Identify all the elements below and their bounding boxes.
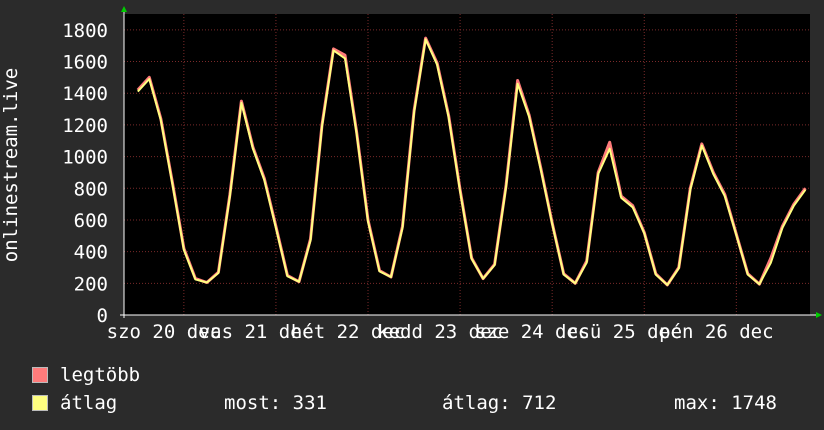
stat-current: most: 331 [224, 392, 327, 414]
y-tick-label: 400 [74, 242, 108, 264]
plot-area [124, 14, 810, 315]
legend-swatch-max [32, 367, 48, 383]
y-tick-label: 200 [74, 273, 108, 295]
x-axis-arrow [816, 312, 822, 318]
y-tick-label: 800 [74, 178, 108, 200]
y-tick-label: 1800 [62, 20, 108, 42]
legend-item-avg: átlag [32, 392, 117, 414]
y-tick-label: 1600 [62, 52, 108, 74]
legend-label-max: legtöbb [60, 364, 141, 386]
y-axis-arrow [121, 6, 127, 12]
x-tick-label: pén 26 dec [659, 321, 773, 343]
y-tick-label: 1200 [62, 115, 108, 137]
stat-average: átlag: 712 [442, 392, 557, 414]
y-axis-ticks: 020040060080010001200140016001800 [62, 20, 108, 327]
x-axis-ticks: szo 20 decvas 21 dechét 22 deckedd 23 de… [107, 321, 774, 343]
y-tick-label: 1400 [62, 83, 108, 105]
y-tick-label: 600 [74, 210, 108, 232]
y-tick-label: 1000 [62, 147, 108, 169]
legend-item-max: legtöbb [32, 364, 140, 386]
legend-swatch-avg [32, 395, 48, 411]
y-axis-label: onlinestream.live [0, 68, 22, 262]
legend-label-avg: átlag [60, 392, 118, 414]
stat-maximum: max: 1748 [674, 392, 777, 414]
